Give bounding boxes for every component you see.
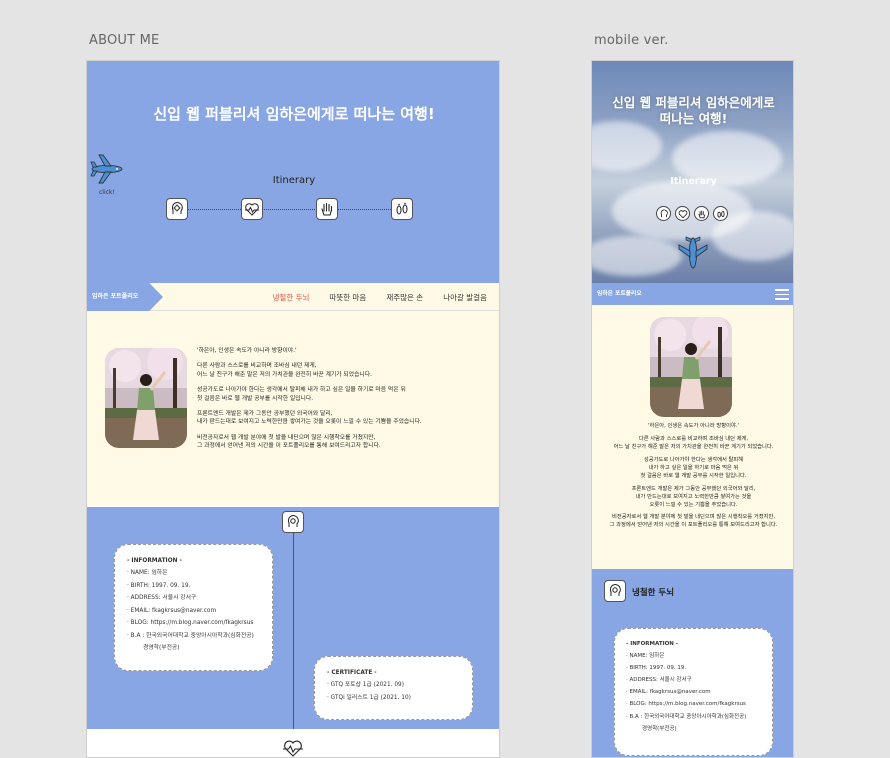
info-line: · BIRTH: 1997. 09. 19.: [127, 582, 191, 589]
info-line: · NAME: 임하은: [127, 570, 168, 577]
brain-gear-icon: [282, 511, 304, 533]
nav-item-hand[interactable]: 재주많은 손: [386, 292, 423, 303]
info-line: · NAME: 임하은: [626, 653, 665, 660]
about-section: '하은아, 인생은 속도가 아니라 방향이야.' 다른 사람과 스스로를 비교하…: [87, 311, 499, 505]
hand-icon[interactable]: [316, 198, 338, 220]
profile-photo: [650, 317, 732, 417]
about-paragraph: '하은아, 인생은 속도가 아니라 방향이야.': [648, 423, 739, 429]
about-paragraph: '하은아, 인생은 속도가 아니라 방향이야.': [197, 348, 297, 354]
brain-gear-icon: [604, 580, 626, 602]
footprints-icon[interactable]: [713, 206, 728, 221]
profile-photo: [105, 348, 187, 448]
information-title: - INFORMATION -: [127, 558, 182, 564]
info-line: · EMAIL: fkagkrsus@naver.com: [127, 607, 217, 614]
certificate-title: - CERTIFICATE -: [327, 670, 377, 676]
itinerary-dotted-line: [177, 209, 403, 210]
heart-pulse-icon[interactable]: [675, 206, 690, 221]
mobile-preview: 신입 웹 퍼블리셔 임하은에게로 떠나는 여행! Itinerary 임하은 포…: [591, 60, 794, 758]
heart-pulse-icon: [282, 737, 304, 757]
info-line: · B.A : 한국외국어대학교 중앙아시아학과(심화전공): [127, 632, 254, 639]
info-line: · BLOG: https://m.blog.naver.com/fkagkrs…: [127, 620, 254, 627]
hand-icon[interactable]: [694, 206, 709, 221]
itinerary-title: Itinerary: [272, 175, 316, 186]
mobile-itinerary-title: Itinerary: [670, 176, 717, 187]
mobile-itinerary-icons: [656, 206, 728, 221]
brain-gear-icon[interactable]: [656, 206, 671, 221]
info-section: - INFORMATION - · NAME: 임하은 · BIRTH: 199…: [87, 507, 499, 739]
mobile-nav: 임하은 포트폴리오: [592, 283, 793, 305]
about-paragraph: 성공가도로 나아가야 한다는 생각에서 탈피해 내가 하고 싶은 일을 하기로 …: [640, 456, 747, 479]
timeline-line: [293, 519, 294, 739]
info-line: · ADDRESS: 서울시 강서구: [127, 595, 197, 602]
mobile-about-section: '하은아, 인생은 속도가 아니라 방향이야.' 다른 사람과 스스로를 비교하…: [592, 305, 793, 569]
info-line: · ADDRESS: 서울시 강서구: [626, 677, 692, 684]
cert-line: · GTQ 포토샵 1급 (2021. 09): [327, 682, 404, 689]
certificate-card: - CERTIFICATE - · GTQ 포토샵 1급 (2021. 09) …: [314, 656, 473, 720]
footprints-icon[interactable]: [391, 198, 413, 220]
info-line: 경영학(부전공): [143, 645, 180, 652]
about-paragraph: 프론트엔드 개발은 제가 그동안 공부했던 외국어와 달리, 내가 만드는대로 …: [631, 485, 756, 508]
next-section: [87, 729, 499, 757]
about-paragraph: 비전공자로서 웹 개발 분야에 첫 발을 내딘으며 많은 시행착오를 거쳤지만,…: [197, 434, 381, 450]
about-paragraph: 다른 사람과 스스로를 비교하며 조바심 내던 제게, 어느 날 친구가 해준 …: [197, 363, 372, 378]
about-paragraph: 비전공자로서 웹 개발 분야에 첫 발을 내딘으며 많은 시행착오를 거쳤지만,…: [609, 514, 778, 529]
info-line: · EMAIL: fkagkrsus@naver.com: [626, 689, 711, 696]
hamburger-menu-icon[interactable]: [775, 289, 789, 300]
nav-item-feet[interactable]: 나아갈 발걸음: [443, 292, 487, 303]
information-card: - INFORMATION - · NAME: 임하은 · BIRTH: 199…: [614, 628, 773, 756]
airplane-icon[interactable]: [675, 235, 711, 275]
brain-gear-icon[interactable]: [166, 198, 188, 220]
info-line: · BIRTH: 1997. 09. 19.: [626, 665, 687, 672]
information-title: - INFORMATION -: [626, 641, 679, 647]
about-paragraph: 성공가도로 나아가야 한다는 생각에서 탈피해 내가 하고 싶은 일을 하기로 …: [197, 387, 406, 402]
info-line: · B.A : 한국외국어대학교 중앙아시아학과(심화전공): [626, 713, 747, 720]
nav-item-brain[interactable]: 냉철한 두뇌: [273, 292, 310, 303]
brand-logo[interactable]: 임하은 포트폴리오: [87, 283, 163, 311]
click-label: click!: [99, 189, 115, 196]
information-card: - INFORMATION - · NAME: 임하은 · BIRTH: 199…: [114, 544, 273, 671]
hero-title: 신입 웹 퍼블리셔 임하은에게로 떠나는 여행!: [153, 105, 435, 123]
info-line: · BLOG: https://m.blog.naver.com/fkagkrs…: [626, 701, 746, 708]
heart-pulse-icon[interactable]: [241, 198, 263, 220]
nav-item-heart[interactable]: 따뜻한 마음: [329, 292, 366, 303]
mobile-info-section: 냉철한 두뇌 - INFORMATION - · NAME: 임하은 · BIR…: [592, 569, 793, 757]
about-paragraph: 다른 사람과 스스로를 비교하며 조바심 내던 제게, 어느 날 친구가 해준 …: [613, 435, 774, 450]
desktop-nav: 임하은 포트폴리오 냉철한 두뇌 따뜻한 마음 재주많은 손 나아갈 발걸음: [87, 283, 499, 311]
mobile-hero-title: 신입 웹 퍼블리셔 임하은에게로 떠나는 여행!: [612, 95, 775, 126]
desktop-caption: ABOUT ME: [89, 33, 160, 48]
section-title: 냉철한 두뇌: [632, 588, 675, 598]
about-text: '하은아, 인생은 속도가 아니라 방향이야.' 다른 사람과 스스로를 비교하…: [197, 347, 493, 458]
brand-logo[interactable]: 임하은 포트폴리오: [597, 283, 642, 305]
hero-section: 신입 웹 퍼블리셔 임하은에게로 떠나는 여행! click! Itinerar…: [87, 61, 499, 283]
mobile-about-text: '하은아, 인생은 속도가 아니라 방향이야.' 다른 사람과 스스로를 비교하…: [595, 423, 792, 535]
mobile-caption: mobile ver.: [594, 33, 669, 48]
about-paragraph: 프론트엔드 개발은 제가 그동안 공부했던 외국어와 달리, 내가 판드는대로 …: [197, 410, 422, 426]
mobile-hero: 신입 웹 퍼블리셔 임하은에게로 떠나는 여행! Itinerary: [592, 61, 793, 283]
cert-line: · GTQi 일러스트 1급 (2021. 10): [327, 694, 411, 701]
info-line: 경영학(부전공): [642, 725, 677, 732]
desktop-preview: 신입 웹 퍼블리셔 임하은에게로 떠나는 여행! click! Itinerar…: [86, 60, 500, 758]
